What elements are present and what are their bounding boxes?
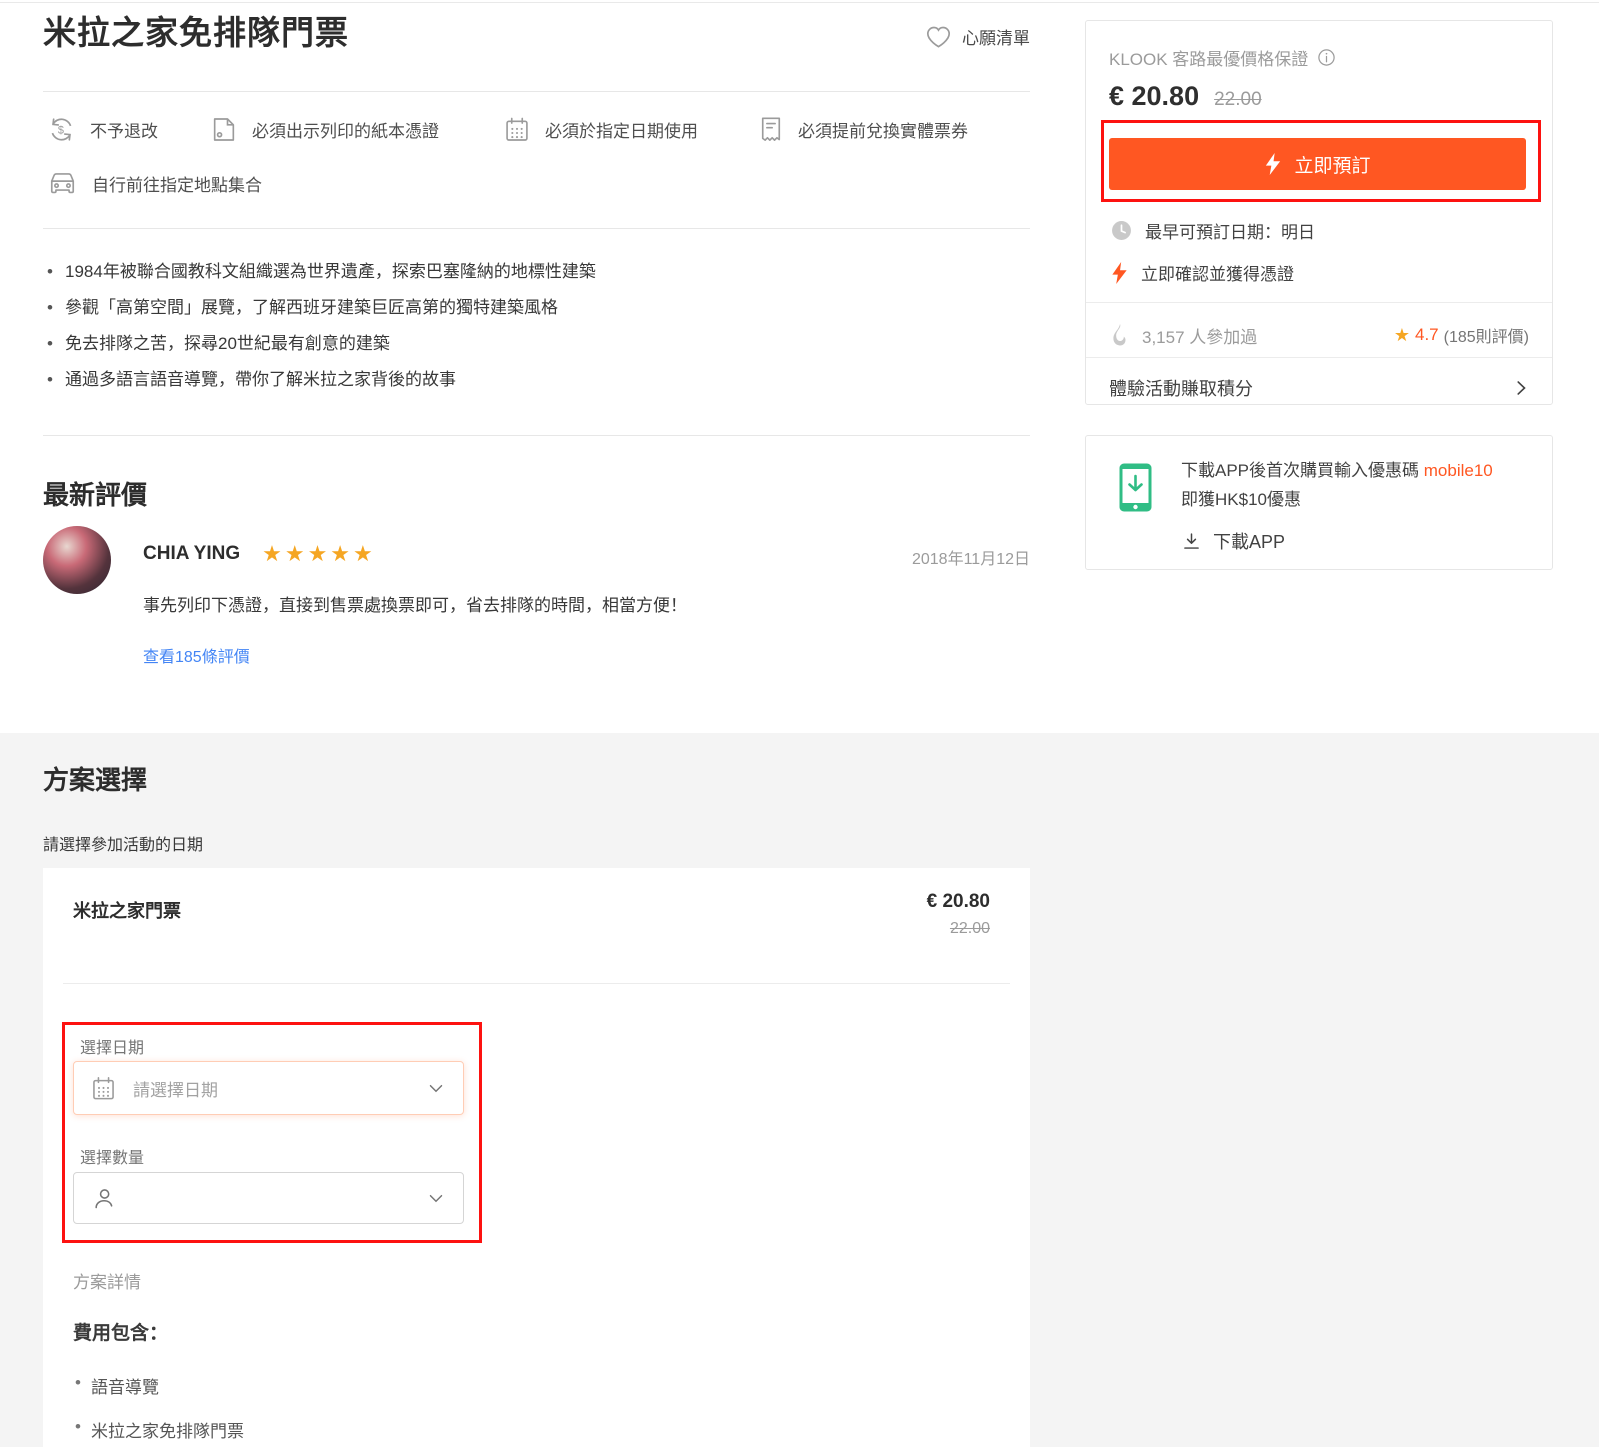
car-icon [47,169,78,198]
instant-confirm-text: 立即確認並獲得憑證 [1141,265,1294,284]
lightning-icon [1264,153,1282,175]
printed-voucher-icon [210,115,238,144]
date-placeholder: 請選擇日期 [133,1080,218,1100]
quantity-field-label: 選擇數量 [80,1150,145,1167]
no-refund-icon: $ [47,115,76,144]
participants-row: 3,157 人參加過 ★ 4.7 (185則評價) [1111,315,1529,355]
chevron-down-icon [425,1187,447,1209]
chevron-down-icon [425,1077,447,1099]
calendar-icon [90,1075,117,1102]
earn-points-label: 體驗活動賺取積分 [1109,379,1253,399]
divider [63,983,1010,984]
package-details-label: 方案詳情 [73,1273,141,1292]
flame-icon [1111,324,1129,346]
header-divider [0,2,1599,3]
price-row: € 20.80 22.00 [1109,81,1262,112]
promo-line2: 即獲HK$10優惠 [1181,490,1301,509]
includes-list: 語音導覽 米拉之家免排隊門票 [75,1373,244,1447]
participants-count: 3,157 人參加過 [1142,327,1258,347]
wishlist-label: 心願清單 [962,29,1030,48]
package-card: 米拉之家門票 € 20.80 22.00 選擇日期 請選擇日期 選擇數量 方案詳… [43,868,1030,1447]
download-icon [1184,532,1199,549]
rating-value: 4.7 [1415,325,1439,344]
feature-no-refund: $ 不予退改 [47,112,158,146]
divider [1086,357,1552,358]
divider [1086,302,1552,303]
app-promo-text: 下載APP後首次購買輸入優惠碼 mobile10 即獲HK$10優惠 [1181,456,1531,514]
feature-label: 必須提前兌換實體票券 [798,121,968,141]
guarantee-label: KLOOK 客路最優價格保證 [1109,50,1309,69]
instant-confirm-row: 立即確認並獲得憑證 [1111,260,1294,285]
page-title: 米拉之家免排隊門票 [43,14,349,51]
reviews-heading: 最新評價 [43,480,148,510]
download-app-link[interactable]: 下載APP [1181,528,1285,554]
includes-heading: 費用包含： [73,1323,169,1344]
book-now-label: 立即預訂 [1294,155,1371,177]
lightning-icon [1111,261,1128,284]
chevron-right-icon [1517,381,1526,395]
highlight-item: 通過多語言語音導覽，帶你了解米拉之家背後的故事 [47,370,596,389]
promo-prefix: 下載APP後首次購買輸入優惠碼 [1181,461,1424,480]
avatar [43,526,111,594]
package-heading: 方案選擇 [43,765,148,795]
highlight-list: 1984年被聯合國教科文組織選為世界遺產，探索巴塞隆納的地標性建築 參觀「高第空… [47,262,596,406]
feature-label: 自行前往指定地點集合 [92,175,262,195]
calendar-icon [503,115,531,144]
star-icon: ★ [1393,324,1410,345]
feature-label: 不予退改 [90,121,158,141]
info-icon[interactable] [1317,48,1336,67]
quantity-select[interactable] [73,1172,464,1224]
booking-card: KLOOK 客路最優價格保證 € 20.80 22.00 立即預訂 最早可預訂日… [1085,20,1553,405]
earn-points-row[interactable]: 體驗活動賺取積分 [1109,370,1532,406]
person-icon [90,1185,117,1212]
includes-item: 米拉之家免排隊門票 [75,1417,244,1442]
clock-icon [1111,220,1132,241]
heart-icon [925,24,952,49]
feature-exchange-ticket: 必須提前兌換實體票券 [758,112,968,146]
feature-label: 必須於指定日期使用 [545,121,698,141]
activity-page: 米拉之家免排隊門票 心願清單 $ 不予退改 必須出示列印的紙本憑證 必須於指定日… [0,0,1599,1447]
promo-code: mobile10 [1423,461,1493,480]
divider [43,91,1030,92]
feature-label: 必須出示列印的紙本憑證 [252,121,439,141]
feature-printed-voucher: 必須出示列印的紙本憑證 [210,112,439,146]
rating-count: (185則評價) [1443,329,1529,346]
package-name: 米拉之家門票 [73,901,181,921]
review-date: 2018年11月12日 [911,551,1030,568]
rating-stars-icon: ★★★★★ [262,541,376,566]
svg-text:$: $ [58,124,64,136]
earliest-date-row: 最早可預訂日期：明日 [1111,218,1315,243]
price-guarantee: KLOOK 客路最優價格保證 [1109,45,1336,70]
date-field-label: 選擇日期 [80,1040,145,1057]
highlight-item: 參觀「高第空間」展覽，了解西班牙建築巨匠高第的獨特建築風格 [47,298,596,317]
includes-item: 語音導覽 [75,1373,244,1398]
divider [43,228,1030,229]
highlight-item: 1984年被聯合國教科文組織選為世界遺產，探索巴塞隆納的地標性建築 [47,262,596,281]
date-picker-input[interactable]: 請選擇日期 [73,1061,464,1115]
feature-fixed-date: 必須於指定日期使用 [503,112,698,146]
package-price-block: € 20.80 22.00 [927,891,990,938]
current-price: € 20.80 [1109,81,1200,111]
package-date-prompt: 請選擇參加活動的日期 [43,837,204,854]
review-header: CHIA YING ★★★★★ [143,541,376,567]
wishlist-button[interactable]: 心願清單 [925,24,1030,49]
divider [43,435,1030,436]
highlight-item: 免去排隊之苦，探尋20世紀最有創意的建築 [47,334,596,353]
review-author: CHIA YING [143,543,241,564]
feature-meetup-point: 自行前往指定地點集合 [47,166,262,200]
book-now-button[interactable]: 立即預訂 [1109,138,1526,190]
phone-download-icon [1119,463,1152,512]
review-text: 事先列印下憑證，直接到售票處換票即可，省去排隊的時間，相當方便！ [143,596,687,615]
rating-block[interactable]: ★ 4.7 (185則評價) [1394,323,1529,347]
ticket-exchange-icon [758,115,784,144]
package-section: 方案選擇 請選擇參加活動的日期 米拉之家門票 € 20.80 22.00 選擇日… [0,733,1599,1447]
package-price: € 20.80 [926,891,990,912]
app-promo-card: 下載APP後首次購買輸入優惠碼 mobile10 即獲HK$10優惠 下載APP [1085,435,1553,570]
package-original-price: 22.00 [949,920,990,937]
earliest-date-text: 最早可預訂日期：明日 [1145,223,1315,242]
original-price: 22.00 [1214,89,1262,110]
download-app-label: 下載APP [1213,532,1286,552]
see-all-reviews-link[interactable]: 查看185條評價 [143,643,250,667]
